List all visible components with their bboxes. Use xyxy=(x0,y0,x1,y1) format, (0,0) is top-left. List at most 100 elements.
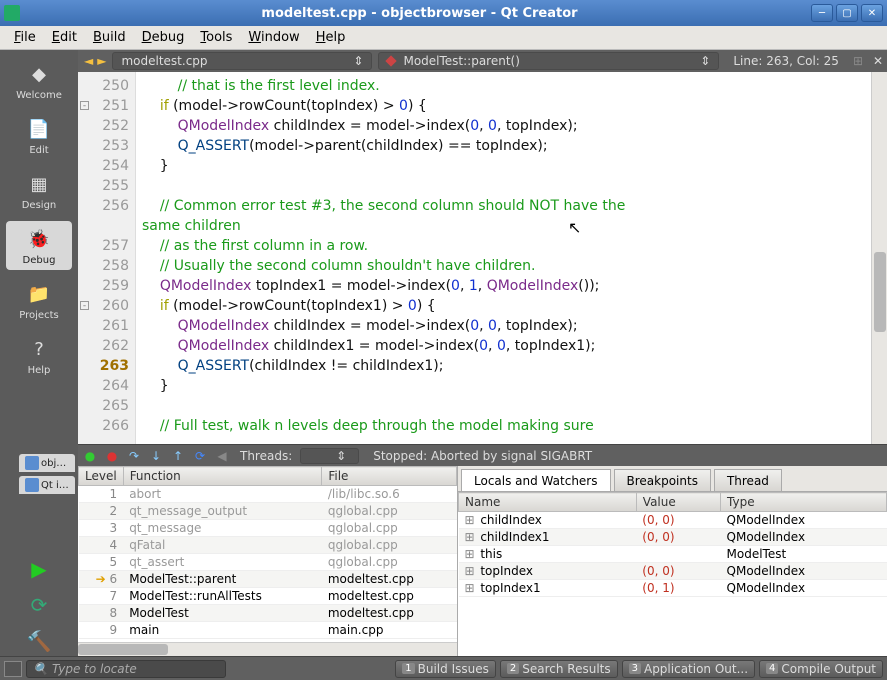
gutter-line[interactable]: 257 xyxy=(78,236,129,256)
close-button[interactable]: ✕ xyxy=(861,4,883,22)
scroll-thumb[interactable] xyxy=(874,252,886,332)
gutter-line[interactable]: ➔263 xyxy=(78,356,129,376)
tab-breakpoints[interactable]: Breakpoints xyxy=(614,469,711,491)
nav-design[interactable]: ▦Design xyxy=(6,166,72,215)
gutter-line[interactable]: 262 xyxy=(78,336,129,356)
gutter-line[interactable]: 250 xyxy=(78,76,129,96)
code-line[interactable]: } xyxy=(142,376,881,396)
code-line[interactable]: // as the first column in a row. xyxy=(142,236,881,256)
code-line[interactable]: // that is the first level index. xyxy=(142,76,881,96)
step-out-button[interactable]: ↑ xyxy=(168,447,188,465)
stack-row[interactable]: 4qFatalqglobal.cpp xyxy=(79,537,457,554)
menu-window[interactable]: Window xyxy=(240,28,307,47)
variable-row[interactable]: ⊞ childIndex1(0, 0)QModelIndex xyxy=(459,529,887,546)
step-over-button[interactable]: ↷ xyxy=(124,447,144,465)
tab-locals-and-watchers[interactable]: Locals and Watchers xyxy=(461,469,611,491)
nav-debug[interactable]: 🐞Debug xyxy=(6,221,72,270)
variable-row[interactable]: ⊞ topIndex1(0, 1)QModelIndex xyxy=(459,580,887,597)
gutter-line[interactable]: 253 xyxy=(78,136,129,156)
code-area[interactable]: // that is the first level index. if (mo… xyxy=(136,72,887,444)
column-header[interactable]: Function xyxy=(123,467,322,486)
gutter-line[interactable]: 255 xyxy=(78,176,129,196)
expand-icon[interactable]: ⊞ xyxy=(465,513,477,527)
code-line[interactable]: // Full test, walk n levels deep through… xyxy=(142,416,881,436)
locals-table[interactable]: NameValueType ⊞ childIndex(0, 0)QModelIn… xyxy=(458,492,887,597)
code-editor[interactable]: 250-251252253254255256 257258259-2602612… xyxy=(78,72,887,444)
variable-row[interactable]: ⊞ thisModelTest xyxy=(459,546,887,563)
menu-debug[interactable]: Debug xyxy=(134,28,193,47)
variable-row[interactable]: ⊞ childIndex(0, 0)QModelIndex xyxy=(459,512,887,529)
menu-edit[interactable]: Edit xyxy=(44,28,85,47)
gutter-line[interactable]: 261 xyxy=(78,316,129,336)
close-editor-button[interactable]: ✕ xyxy=(869,54,887,68)
open-file-selector[interactable]: modeltest.cpp ⇕ xyxy=(112,52,372,70)
code-line[interactable]: Q_ASSERT(childIndex != childIndex1); xyxy=(142,356,881,376)
nav-forward-icon[interactable]: ► xyxy=(97,54,106,68)
nav-help[interactable]: ?Help xyxy=(6,331,72,380)
step-into-button[interactable]: ↓ xyxy=(146,447,166,465)
gutter-line[interactable]: 258 xyxy=(78,256,129,276)
code-line[interactable]: QModelIndex childIndex = model->index(0,… xyxy=(142,316,881,336)
stack-row[interactable]: 2qt_message_outputqglobal.cpp xyxy=(79,503,457,520)
menu-help[interactable]: Help xyxy=(308,28,354,47)
output-panel-compile-output[interactable]: 4Compile Output xyxy=(759,660,883,678)
locator-input[interactable]: 🔍 Type to locate xyxy=(26,660,226,678)
code-line[interactable]: // Usually the second column shouldn't h… xyxy=(142,256,881,276)
code-line[interactable] xyxy=(142,396,881,416)
stack-row[interactable]: 1abort/lib/libc.so.6 xyxy=(79,486,457,503)
gutter-line[interactable]: 265 xyxy=(78,396,129,416)
reverse-button[interactable]: ◀ xyxy=(212,447,232,465)
thread-selector[interactable]: ⇕ xyxy=(300,448,359,464)
column-header[interactable]: Level xyxy=(79,467,124,486)
code-line[interactable]: // Common error test #3, the second colu… xyxy=(142,196,881,216)
restart-button[interactable]: ⟳ xyxy=(190,447,210,465)
stack-table[interactable]: LevelFunctionFile 1abort/lib/libc.so.62q… xyxy=(78,466,457,639)
expand-icon[interactable]: ⊞ xyxy=(465,530,477,544)
gutter-line[interactable]: -260 xyxy=(78,296,129,316)
output-panel-build-issues[interactable]: 1Build Issues xyxy=(395,660,496,678)
menu-tools[interactable]: Tools xyxy=(192,28,240,47)
code-line[interactable]: if (model->rowCount(topIndex1) > 0) { xyxy=(142,296,881,316)
gutter-line[interactable]: 256 xyxy=(78,196,129,216)
expand-icon[interactable]: ⊞ xyxy=(465,564,477,578)
run-debug-button[interactable]: ⟳ xyxy=(24,590,54,620)
stop-button[interactable]: ● xyxy=(102,447,122,465)
variable-row[interactable]: ⊞ topIndex(0, 0)QModelIndex xyxy=(459,563,887,580)
vertical-scrollbar[interactable] xyxy=(871,72,887,444)
stack-row[interactable]: 9mainmain.cpp xyxy=(79,622,457,639)
column-header[interactable]: Value xyxy=(636,493,720,512)
gutter-line[interactable]: 252 xyxy=(78,116,129,136)
stack-row[interactable]: ➔ 6ModelTest::parentmodeltest.cpp xyxy=(79,571,457,588)
continue-button[interactable]: ● xyxy=(80,447,100,465)
output-toggle-button[interactable] xyxy=(4,661,22,677)
code-line[interactable]: same children xyxy=(142,216,881,236)
maximize-button[interactable]: ▢ xyxy=(836,4,858,22)
build-button[interactable]: 🔨 xyxy=(24,626,54,656)
symbol-selector[interactable]: ModelTest::parent() ⇕ xyxy=(378,52,719,70)
minimize-button[interactable]: ─ xyxy=(811,4,833,22)
code-line[interactable]: Q_ASSERT(model->parent(childIndex) == to… xyxy=(142,136,881,156)
nav-back-icon[interactable]: ◄ xyxy=(84,54,93,68)
column-header[interactable]: Type xyxy=(721,493,887,512)
stack-row[interactable]: 5qt_assertqglobal.cpp xyxy=(79,554,457,571)
code-line[interactable]: QModelIndex childIndex = model->index(0,… xyxy=(142,116,881,136)
gutter-line[interactable]: 259 xyxy=(78,276,129,296)
expand-icon[interactable]: ⊞ xyxy=(465,581,477,595)
side-tab[interactable]: Qt i...ebug xyxy=(19,476,75,494)
nav-edit[interactable]: 📄Edit xyxy=(6,111,72,160)
code-line[interactable]: if (model->rowCount(topIndex) > 0) { xyxy=(142,96,881,116)
stack-row[interactable]: 7ModelTest::runAllTestsmodeltest.cpp xyxy=(79,588,457,605)
menu-build[interactable]: Build xyxy=(85,28,134,47)
menu-file[interactable]: File xyxy=(6,28,44,47)
code-line[interactable]: } xyxy=(142,156,881,176)
split-icon[interactable]: ⊞ xyxy=(847,54,869,68)
run-button[interactable]: ▶ xyxy=(24,554,54,584)
column-header[interactable]: Name xyxy=(459,493,637,512)
output-panel-search-results[interactable]: 2Search Results xyxy=(500,660,618,678)
code-line[interactable]: QModelIndex topIndex1 = model->index(0, … xyxy=(142,276,881,296)
side-tab[interactable]: obje...wser xyxy=(19,454,75,472)
gutter-line[interactable]: 254 xyxy=(78,156,129,176)
horizontal-scrollbar[interactable] xyxy=(78,642,457,656)
gutter-line[interactable]: 266 xyxy=(78,416,129,436)
nav-projects[interactable]: 📁Projects xyxy=(6,276,72,325)
